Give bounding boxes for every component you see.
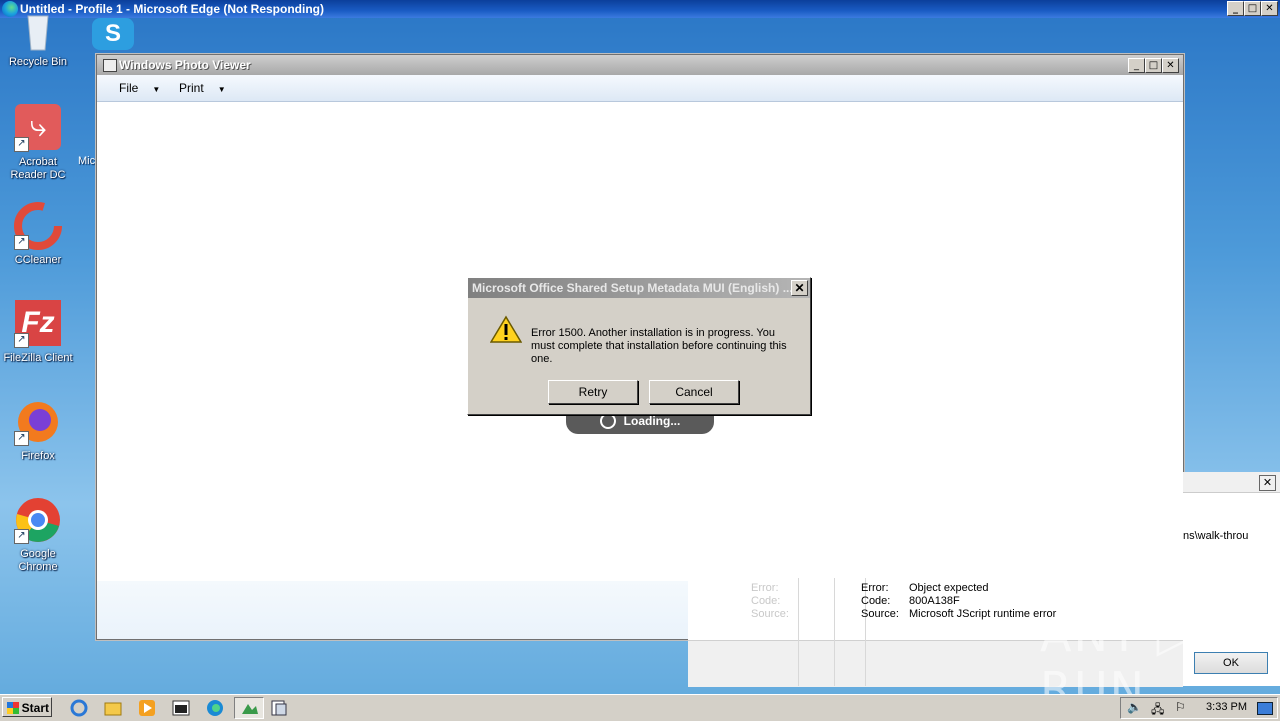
maximize-button[interactable]: □	[1244, 1, 1261, 16]
error-dialog-title-bar[interactable]: Microsoft Office Shared Setup Metadata M…	[468, 278, 810, 298]
error-value: Object expected	[909, 582, 989, 594]
taskbar: Start 🔈 🖧 ⚐ 3:33 PM	[0, 694, 1280, 721]
cmd-icon[interactable]	[172, 699, 190, 717]
cancel-button[interactable]: Cancel	[649, 380, 739, 404]
start-button[interactable]: Start	[2, 697, 52, 717]
filezilla-icon: Fz ↗	[14, 300, 62, 348]
source-label: Source:	[861, 608, 899, 620]
desktop-icon-firefox[interactable]: ↗ Firefox	[0, 398, 76, 463]
acrobat-icon: ⤷ ↗	[14, 104, 62, 152]
clock-icon	[599, 412, 616, 429]
menu-print[interactable]: Print ▼	[179, 81, 226, 95]
desktop-icon-label: Acrobat Reader DC	[10, 156, 66, 181]
system-tray: 🔈 🖧 ⚐ 3:33 PM	[1120, 697, 1278, 719]
warning-icon	[490, 315, 522, 343]
network-icon[interactable]: 🖧	[1151, 700, 1164, 721]
faint-source-label: Source:	[751, 608, 789, 620]
desktop-icon-acrobat[interactable]: ⤷ ↗ Acrobat Reader DC	[0, 104, 76, 182]
error-message: Error 1500. Another installation is in p…	[531, 327, 787, 365]
windows-flag-icon	[7, 702, 19, 714]
desktop-icon-label: Recycle Bin	[8, 56, 68, 68]
photo-viewer-icon	[103, 59, 117, 72]
source-value: Microsoft JScript runtime error	[909, 608, 1057, 620]
photo-viewer-menubar: File ▼ Print ▼	[97, 75, 1183, 102]
photo-viewer-title-bar[interactable]: Windows Photo Viewer _ □ ✕	[97, 55, 1183, 75]
chrome-icon: ↗	[14, 496, 62, 544]
desktop-icon-label: FileZilla Client	[3, 352, 73, 364]
skype-icon[interactable]: S	[92, 18, 134, 50]
desktop-icon-label: Firefox	[21, 450, 55, 462]
ie-icon[interactable]	[70, 699, 88, 717]
clock[interactable]: 3:33 PM	[1206, 701, 1247, 713]
explorer-icon[interactable]	[104, 699, 122, 717]
desktop-icon-filezilla[interactable]: Fz ↗ FileZilla Client	[0, 300, 76, 365]
menu-file[interactable]: File ▼	[119, 81, 160, 95]
show-desktop-icon[interactable]	[1257, 702, 1273, 715]
error-dialog-close-button[interactable]: ✕	[791, 280, 808, 296]
pv-maximize-button[interactable]: □	[1145, 58, 1162, 73]
error-dialog[interactable]: Microsoft Office Shared Setup Metadata M…	[467, 277, 811, 415]
code-label: Code:	[861, 595, 891, 607]
desktop-icon-label: CCleaner	[14, 254, 62, 266]
photo-viewer-taskbar-icon[interactable]	[234, 697, 264, 719]
installer-taskbar-icon[interactable]	[270, 699, 288, 717]
browser-title-bar[interactable]: Untitled - Profile 1 - Microsoft Edge (N…	[0, 0, 1280, 18]
retry-button[interactable]: Retry	[548, 380, 638, 404]
code-value: 800A138F	[909, 595, 960, 607]
pv-close-button[interactable]: ✕	[1162, 58, 1179, 73]
error-dialog-title: Microsoft Office Shared Setup Metadata M…	[472, 281, 793, 295]
chevron-down-icon: ▼	[217, 85, 226, 94]
close-button[interactable]: ✕	[1261, 1, 1278, 16]
pv-minimize-button[interactable]: _	[1128, 58, 1145, 73]
script-error-title-bar[interactable]: ✕	[1183, 472, 1280, 493]
photo-viewer-title: Windows Photo Viewer	[119, 58, 251, 72]
script-error-close-button[interactable]: ✕	[1259, 475, 1276, 491]
photo-viewer-controls-strip	[97, 581, 689, 639]
edge-taskbar-icon[interactable]	[206, 699, 224, 717]
faint-code-label: Code:	[751, 595, 781, 607]
recycle-bin-icon	[14, 12, 62, 52]
firefox-icon: ↗	[14, 398, 62, 446]
error-label: Error:	[861, 582, 889, 594]
desktop-icon-ccleaner[interactable]: ↗ CCleaner	[0, 202, 76, 267]
action-center-flag-icon[interactable]: ⚐	[1175, 700, 1186, 714]
desktop-icon-recycle-bin[interactable]: Recycle Bin	[0, 12, 76, 69]
desktop-icon-chrome[interactable]: ↗ Google Chrome	[0, 496, 76, 574]
minimize-button[interactable]: _	[1227, 1, 1244, 16]
script-error-path: ns\walk-throu	[1183, 530, 1249, 542]
volume-icon[interactable]: 🔈	[1127, 700, 1142, 714]
ccleaner-icon: ↗	[14, 202, 62, 250]
faint-error-label: Error:	[751, 582, 779, 594]
chevron-down-icon: ▼	[152, 85, 161, 94]
media-player-icon[interactable]	[138, 699, 156, 717]
desktop-icon-label: Google Chrome	[18, 548, 58, 573]
